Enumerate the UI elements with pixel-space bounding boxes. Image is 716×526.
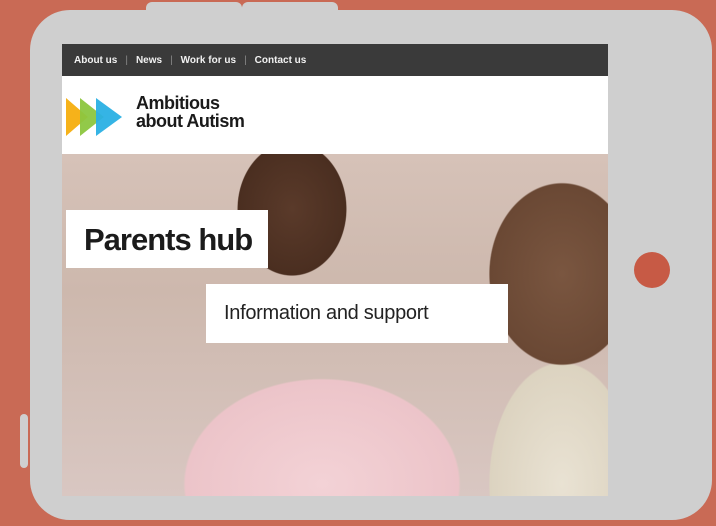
- logo-arrows-icon[interactable]: [66, 98, 130, 136]
- nav-news[interactable]: News: [128, 55, 170, 66]
- brand-line-1: Ambitious: [136, 93, 220, 113]
- hero-banner: Parents hub Information and support: [62, 154, 608, 496]
- hero-title: Parents hub: [66, 210, 269, 268]
- top-navigation: About us | News | Work for us | Contact …: [62, 44, 608, 76]
- nav-contact-us[interactable]: Contact us: [247, 55, 315, 66]
- brand-header: Ambitious about Autism: [62, 76, 608, 155]
- brand-logo-text[interactable]: Ambitious about Autism: [136, 93, 245, 131]
- home-button[interactable]: [634, 252, 670, 288]
- volume-button: [146, 2, 242, 12]
- nav-about-us[interactable]: About us: [66, 55, 125, 66]
- tablet-screen: About us | News | Work for us | Contact …: [62, 44, 608, 496]
- side-button: [20, 414, 28, 468]
- brand-line-2: about Autism: [136, 111, 245, 131]
- power-button: [242, 2, 338, 12]
- hero-subtitle: Information and support: [206, 284, 508, 343]
- nav-work-for-us[interactable]: Work for us: [173, 55, 244, 66]
